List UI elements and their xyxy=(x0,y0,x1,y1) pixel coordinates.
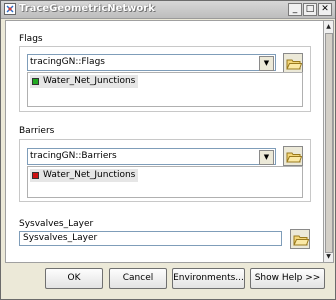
red-point-icon xyxy=(32,172,39,179)
sysvalves-value: Sysvalves_Layer xyxy=(23,233,98,243)
ok-button[interactable]: OK xyxy=(45,268,103,289)
open-folder-icon xyxy=(286,152,302,163)
barriers-selected-value: tracingGN::Barriers xyxy=(30,151,117,161)
flags-layer-select[interactable]: tracingGN::Flags ▼ xyxy=(27,54,276,71)
list-item[interactable]: Water_Net_Junctions xyxy=(30,169,139,182)
open-folder-icon xyxy=(286,59,302,70)
environments-button[interactable]: Environments... xyxy=(172,268,245,289)
scroll-down-icon[interactable]: ▼ xyxy=(324,252,333,261)
close-button[interactable]: ✕ xyxy=(318,3,332,16)
barriers-browse-button[interactable] xyxy=(283,146,303,166)
flags-list[interactable]: Water_Net_Junctions xyxy=(27,72,303,107)
vertical-scrollbar[interactable]: ▲ ▼ xyxy=(324,20,334,263)
window-title: TraceGeometricNetwork xyxy=(19,3,155,14)
sysvalves-browse-button[interactable] xyxy=(290,229,310,249)
barriers-list[interactable]: Water_Net_Junctions xyxy=(27,166,303,198)
sysvalves-label: Sysvalves_Layer xyxy=(19,219,94,229)
barriers-item-label: Water_Net_Junctions xyxy=(43,170,136,180)
flags-browse-button[interactable] xyxy=(283,53,303,73)
network-tool-icon xyxy=(4,3,16,15)
green-point-icon xyxy=(32,78,39,85)
open-folder-icon xyxy=(293,235,309,246)
flags-selected-value: tracingGN::Flags xyxy=(30,57,105,67)
flags-item-label: Water_Net_Junctions xyxy=(43,76,136,86)
cancel-button[interactable]: Cancel xyxy=(109,268,167,289)
maximize-button[interactable]: □ xyxy=(303,3,317,16)
sysvalves-input[interactable]: Sysvalves_Layer xyxy=(19,231,282,246)
minimize-button[interactable]: _ xyxy=(288,3,302,16)
list-item[interactable]: Water_Net_Junctions xyxy=(30,75,139,88)
chevron-down-icon[interactable]: ▼ xyxy=(259,150,274,165)
barriers-label: Barriers xyxy=(19,126,55,136)
chevron-down-icon[interactable]: ▼ xyxy=(259,56,274,71)
scroll-up-icon[interactable]: ▲ xyxy=(324,22,333,31)
show-help-button[interactable]: Show Help >> xyxy=(250,268,325,289)
flags-label: Flags xyxy=(19,34,43,44)
scroll-thumb[interactable] xyxy=(325,33,333,253)
barriers-layer-select[interactable]: tracingGN::Barriers ▼ xyxy=(27,148,276,165)
